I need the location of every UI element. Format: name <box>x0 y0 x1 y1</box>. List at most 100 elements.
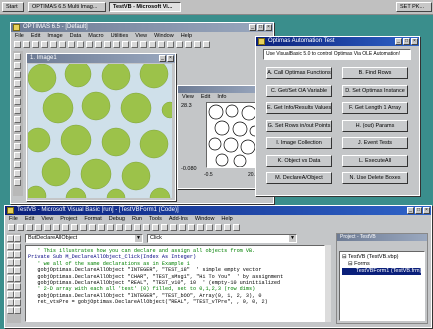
vb-menu-item[interactable]: Add-Ins <box>169 215 188 223</box>
minimize-icon[interactable]: _ <box>407 207 414 214</box>
toolbar-button[interactable] <box>80 224 87 231</box>
toolbar-button[interactable] <box>125 224 132 231</box>
palette-tool-button[interactable] <box>14 307 21 314</box>
toolbar-button[interactable] <box>122 41 129 48</box>
toolbar-button[interactable] <box>143 224 150 231</box>
toolbar-button[interactable] <box>167 41 174 48</box>
automation-test-button[interactable]: C. Get/Set OA Variable <box>266 84 332 97</box>
automation-test-button[interactable]: K. Object vs Data <box>266 154 332 167</box>
vb-menu-item[interactable]: Window <box>195 215 215 223</box>
automation-test-button[interactable]: G. Set Rows in/out Points <box>266 119 332 132</box>
vb-menu-item[interactable]: Project <box>60 215 77 223</box>
start-button[interactable]: Start <box>2 2 24 12</box>
toolbar-button[interactable] <box>89 224 96 231</box>
toolbar-button[interactable] <box>98 224 105 231</box>
toolbar-button[interactable] <box>233 224 240 231</box>
toolbar-button[interactable] <box>116 224 123 231</box>
maximize-icon[interactable]: □ <box>415 207 422 214</box>
automation-test-button[interactable]: B. Find Rows <box>342 67 408 79</box>
data-title-bar[interactable]: × <box>178 86 266 93</box>
toolbar-button[interactable] <box>185 41 192 48</box>
toolbar-button[interactable] <box>86 41 93 48</box>
project-title-bar[interactable]: Project - TestVB <box>337 234 427 241</box>
taskbar-item-testvb[interactable]: TestVB - Microsoft Vi... <box>109 2 181 12</box>
toolbar-button[interactable] <box>17 224 24 231</box>
toolbar-button[interactable] <box>140 41 147 48</box>
automation-test-button[interactable]: L. ExecuteAll <box>342 154 408 167</box>
palette-tool-button[interactable] <box>14 179 21 186</box>
close-icon[interactable]: × <box>167 55 174 62</box>
palette-tool-button[interactable] <box>14 71 21 78</box>
automation-test-button[interactable]: F. Get Length 1 Array <box>342 102 408 114</box>
optimas-menu-item[interactable]: Window <box>154 32 174 40</box>
toolbar-button[interactable] <box>23 41 30 48</box>
code-editor[interactable]: ' This illustrates how you can declare a… <box>25 245 325 322</box>
toolbar-button[interactable] <box>194 41 201 48</box>
toolbar-button[interactable] <box>203 41 210 48</box>
chevron-down-icon[interactable]: ▼ <box>135 235 142 242</box>
toolbar-button[interactable] <box>26 224 33 231</box>
toolbar-button[interactable] <box>107 224 114 231</box>
toolbar-button[interactable] <box>104 41 111 48</box>
toolbar-button[interactable] <box>131 41 138 48</box>
tree-item-form[interactable]: TestVBForm1 (TestVB.frm) <box>342 268 422 275</box>
object-combo[interactable]: ButDeclareAllObject ▼ <box>25 234 143 243</box>
palette-tool-button[interactable] <box>14 291 21 298</box>
palette-tool-button[interactable] <box>14 89 21 96</box>
palette-tool-button[interactable] <box>14 116 21 123</box>
vb-menu-item[interactable]: View <box>41 215 53 223</box>
toolbar-button[interactable] <box>32 41 39 48</box>
vb-menu-item[interactable]: Format <box>84 215 101 223</box>
palette-tool-button[interactable] <box>14 53 21 60</box>
optimas-menu-item[interactable]: View <box>135 32 147 40</box>
palette-tool-button[interactable] <box>14 259 21 266</box>
optimas-menu-item[interactable]: Data <box>70 32 82 40</box>
toolbar-button[interactable] <box>41 41 48 48</box>
data-menu-item[interactable]: Edit <box>201 93 210 101</box>
toolbar-button[interactable] <box>77 41 84 48</box>
toolbar-button[interactable] <box>161 224 168 231</box>
palette-tool-button[interactable] <box>14 80 21 87</box>
optimas-menu-item[interactable]: Help <box>181 32 192 40</box>
dialog-title-bar[interactable]: Optimas Automation Test _ □ × <box>256 37 419 46</box>
palette-tool-button[interactable] <box>7 235 14 242</box>
toolbar-button[interactable] <box>188 224 195 231</box>
palette-tool-button[interactable] <box>14 299 21 306</box>
toolbar-button[interactable] <box>206 224 213 231</box>
toolbar-button[interactable] <box>176 41 183 48</box>
palette-tool-button[interactable] <box>7 299 14 306</box>
vb-title-bar[interactable]: TestVB - Microsoft Visual Basic [run] - … <box>5 206 431 215</box>
toolbar-button[interactable] <box>197 224 204 231</box>
data-menu-item[interactable]: Info <box>217 93 226 101</box>
automation-test-button[interactable]: E. Get Info/Results Values <box>266 102 332 114</box>
optimas-menu-item[interactable]: File <box>15 32 24 40</box>
palette-tool-button[interactable] <box>14 62 21 69</box>
toolbar-button[interactable] <box>158 41 165 48</box>
message-textbox[interactable]: Use VisualBasic 5.0 to control Optimas V… <box>263 49 411 60</box>
palette-tool-button[interactable] <box>14 107 21 114</box>
toolbar-button[interactable] <box>170 224 177 231</box>
automation-test-button[interactable]: I. Image Collection <box>266 137 332 149</box>
code-scrollbar[interactable] <box>325 245 331 322</box>
toolbar-button[interactable] <box>152 224 159 231</box>
toolbar-button[interactable] <box>113 41 120 48</box>
minimize-icon[interactable]: _ <box>159 55 166 62</box>
optimas-title-bar[interactable]: OPTIMAS 6.5 - [Default] _ □ × <box>11 23 273 32</box>
close-icon[interactable]: × <box>265 24 272 31</box>
palette-tool-button[interactable] <box>14 161 21 168</box>
chevron-down-icon[interactable]: ▼ <box>289 235 296 242</box>
palette-tool-button[interactable] <box>14 283 21 290</box>
minimize-icon[interactable]: _ <box>249 24 256 31</box>
maximize-icon[interactable]: □ <box>403 38 410 45</box>
palette-tool-button[interactable] <box>14 251 21 258</box>
toolbar-button[interactable] <box>95 41 102 48</box>
palette-tool-button[interactable] <box>7 243 14 250</box>
taskbar-item-optimas[interactable]: OPTIMAS 6.5 Multi Imag... <box>28 2 106 12</box>
vb-menu-item[interactable]: Debug <box>109 215 125 223</box>
palette-tool-button[interactable] <box>14 267 21 274</box>
vb-menu-item[interactable]: Edit <box>25 215 34 223</box>
toolbar-button[interactable] <box>44 224 51 231</box>
palette-tool-button[interactable] <box>7 259 14 266</box>
optimas-menu-item[interactable]: Macro <box>88 32 103 40</box>
automation-test-button[interactable]: N. Use Delete Boxes <box>342 172 408 184</box>
